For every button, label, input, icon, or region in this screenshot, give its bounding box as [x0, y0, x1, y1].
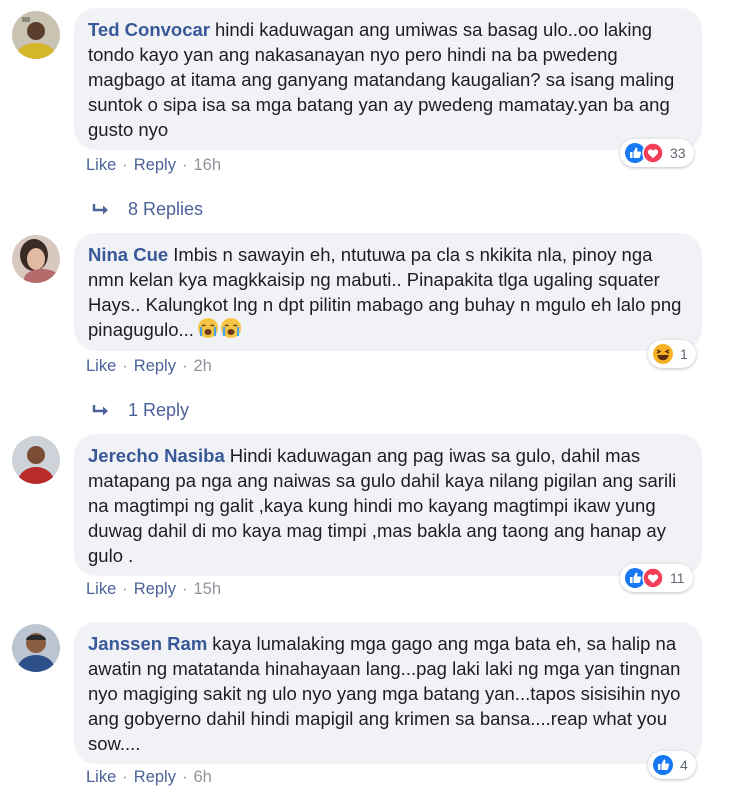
comment-author[interactable]: Nina Cue: [88, 244, 168, 265]
comment-text: Imbis n sawayin eh, ntutuwa pa cla s nki…: [88, 244, 682, 340]
reaction-count: 11: [670, 570, 685, 586]
haha-reaction-icon: [653, 344, 673, 364]
reply-link[interactable]: Reply: [134, 156, 176, 174]
love-reaction-icon: [642, 142, 664, 164]
comment-timestamp[interactable]: 2h: [193, 357, 211, 375]
comment-bubble: Janssen Ram kaya lumalaking mga gago ang …: [74, 622, 702, 764]
separator-dot: ·: [181, 580, 188, 598]
comment-bubble: Nina Cue Imbis n sawayin eh, ntutuwa pa c…: [74, 233, 702, 351]
like-link[interactable]: Like: [86, 768, 116, 786]
crying-face-emoji-icon: [197, 318, 218, 338]
comment-actions: Like · Reply · 15h: [86, 580, 221, 599]
avatar[interactable]: [12, 11, 60, 59]
separator-dot: ·: [181, 156, 188, 174]
reaction-count: 33: [670, 145, 686, 161]
separator-dot: ·: [181, 768, 188, 786]
reply-arrow-icon: [92, 405, 108, 416]
like-reaction-icon: [653, 755, 673, 775]
avatar[interactable]: [12, 436, 60, 484]
separator-dot: ·: [122, 768, 128, 786]
view-replies-link[interactable]: 1 Reply: [92, 400, 189, 421]
avatar[interactable]: [12, 235, 60, 283]
reaction-count: 4: [680, 757, 688, 773]
crying-face-emoji-icon: [220, 318, 241, 338]
love-reaction-icon: [642, 567, 664, 589]
comment-author[interactable]: Ted Convocar: [88, 19, 210, 40]
avatar[interactable]: [12, 624, 60, 672]
reaction-summary[interactable]: 33: [620, 139, 694, 167]
reply-link[interactable]: Reply: [134, 768, 176, 786]
comment-bubble: Ted Convocar hindi kaduwagan ang umiwas s…: [74, 8, 702, 150]
like-link[interactable]: Like: [86, 580, 116, 598]
reply-link[interactable]: Reply: [134, 357, 176, 375]
separator-dot: ·: [122, 580, 128, 598]
reply-link[interactable]: Reply: [134, 580, 176, 598]
comment-actions: Like · Reply · 16h: [86, 156, 221, 175]
separator-dot: ·: [122, 156, 128, 174]
replies-count: 1 Reply: [128, 400, 190, 420]
reply-arrow-icon: [92, 204, 108, 215]
separator-dot: ·: [122, 357, 128, 375]
reaction-summary[interactable]: 11: [620, 564, 693, 592]
comment-actions: Like · Reply · 6h: [86, 768, 212, 787]
reaction-summary[interactable]: 4: [648, 751, 696, 779]
comment-timestamp[interactable]: 15h: [193, 580, 221, 598]
view-replies-link[interactable]: 8 Replies: [92, 199, 203, 220]
comment-timestamp[interactable]: 6h: [193, 768, 211, 786]
comment-bubble: Jerecho Nasiba Hindi kaduwagan ang pag iw…: [74, 434, 702, 576]
reaction-count: 1: [680, 346, 688, 362]
comment-author[interactable]: Janssen Ram: [88, 633, 207, 654]
replies-count: 8 Replies: [128, 199, 204, 219]
comment-author[interactable]: Jerecho Nasiba: [88, 445, 225, 466]
comment-timestamp[interactable]: 16h: [193, 156, 221, 174]
like-link[interactable]: Like: [86, 357, 116, 375]
like-link[interactable]: Like: [86, 156, 116, 174]
comment-actions: Like · Reply · 2h: [86, 357, 212, 376]
separator-dot: ·: [181, 357, 188, 375]
reaction-summary[interactable]: 1: [648, 340, 696, 368]
